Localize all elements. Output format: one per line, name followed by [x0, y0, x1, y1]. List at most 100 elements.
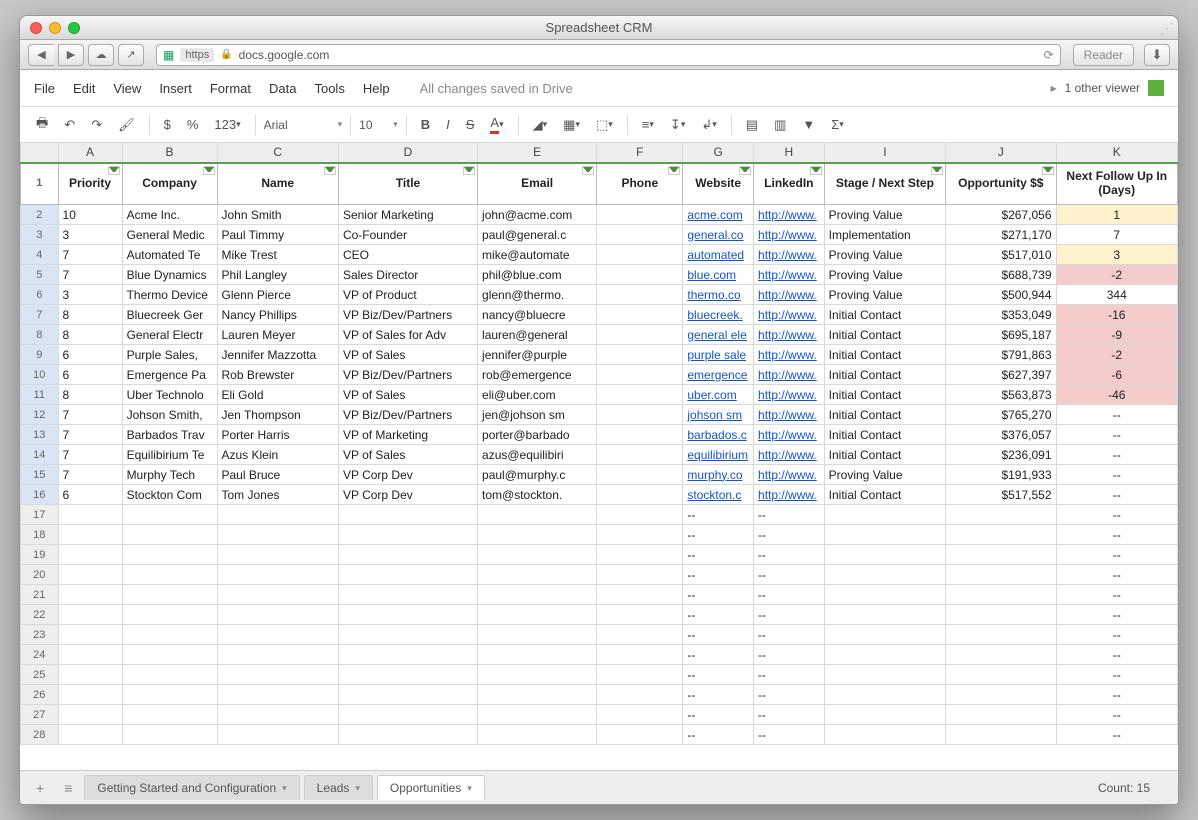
cell[interactable]: Co-Founder: [338, 225, 477, 245]
cell-followup[interactable]: --: [1056, 405, 1178, 425]
cell[interactable]: paul@general.c: [478, 225, 597, 245]
cell-website[interactable]: thermo.co: [683, 285, 754, 305]
column-header[interactable]: A: [58, 143, 122, 163]
cell[interactable]: Proving Value: [824, 465, 945, 485]
row-header[interactable]: 23: [21, 625, 59, 645]
cell[interactable]: Automated Te: [122, 245, 217, 265]
cell-opportunity[interactable]: $191,933: [946, 465, 1056, 485]
column-header[interactable]: B: [122, 143, 217, 163]
row-header[interactable]: 21: [21, 585, 59, 605]
filter-icon[interactable]: ▼: [796, 115, 821, 134]
cell[interactable]: --: [754, 565, 825, 585]
cell[interactable]: Initial Contact: [824, 345, 945, 365]
cell[interactable]: Stockton Com: [122, 485, 217, 505]
cell[interactable]: --: [754, 725, 825, 745]
cell[interactable]: --: [1056, 505, 1178, 525]
table-row[interactable]: 28 -- -- --: [21, 725, 1178, 745]
header-cell[interactable]: Website: [683, 163, 754, 205]
cell[interactable]: [597, 205, 683, 225]
cell-opportunity[interactable]: $267,056: [946, 205, 1056, 225]
all-sheets-button[interactable]: ≡: [56, 776, 80, 800]
cell-website[interactable]: bluecreek.: [683, 305, 754, 325]
cell[interactable]: [597, 365, 683, 385]
cell[interactable]: [597, 465, 683, 485]
menu-tools[interactable]: Tools: [314, 81, 344, 96]
viewer-avatar[interactable]: [1148, 80, 1164, 96]
column-header[interactable]: H: [754, 143, 825, 163]
cell[interactable]: VP of Sales for Adv: [338, 325, 477, 345]
cell[interactable]: --: [754, 645, 825, 665]
column-header[interactable]: E: [478, 143, 597, 163]
cell[interactable]: [597, 225, 683, 245]
cell[interactable]: [597, 345, 683, 365]
cell[interactable]: Rob Brewster: [217, 365, 338, 385]
share-icon[interactable]: ↗: [118, 44, 144, 66]
cell-opportunity[interactable]: $517,552: [946, 485, 1056, 505]
cell[interactable]: Thermo Device: [122, 285, 217, 305]
cell[interactable]: nancy@bluecre: [478, 305, 597, 325]
header-cell[interactable]: Stage / Next Step: [824, 163, 945, 205]
cell[interactable]: General Medic: [122, 225, 217, 245]
cell[interactable]: Nancy Phillips: [217, 305, 338, 325]
row-header[interactable]: 9: [21, 345, 59, 365]
cell[interactable]: Porter Harris: [217, 425, 338, 445]
column-header[interactable]: [21, 143, 59, 163]
table-row[interactable]: 20 -- -- --: [21, 565, 1178, 585]
cell-linkedin[interactable]: http://www.: [754, 285, 825, 305]
add-sheet-button[interactable]: +: [28, 776, 52, 800]
row-header[interactable]: 4: [21, 245, 59, 265]
cell[interactable]: 10: [58, 205, 122, 225]
cell[interactable]: --: [683, 545, 754, 565]
cell[interactable]: jennifer@purple: [478, 345, 597, 365]
cell[interactable]: [597, 445, 683, 465]
cell[interactable]: --: [754, 705, 825, 725]
cell[interactable]: 7: [58, 445, 122, 465]
cell[interactable]: glenn@thermo.: [478, 285, 597, 305]
cell-opportunity[interactable]: $765,270: [946, 405, 1056, 425]
cell[interactable]: [597, 305, 683, 325]
table-row[interactable]: 25 -- -- --: [21, 665, 1178, 685]
row-header[interactable]: 16: [21, 485, 59, 505]
table-row[interactable]: 11 8 Uber Technolo Eli Gold VP of Sales …: [21, 385, 1178, 405]
cell[interactable]: jen@johson sm: [478, 405, 597, 425]
cell[interactable]: Lauren Meyer: [217, 325, 338, 345]
cell[interactable]: eli@uber.com: [478, 385, 597, 405]
cell[interactable]: General Electr: [122, 325, 217, 345]
downloads-button[interactable]: ⬇: [1144, 44, 1170, 66]
table-row[interactable]: 12 7 Johson Smith, Jen Thompson VP Biz/D…: [21, 405, 1178, 425]
cell[interactable]: --: [1056, 725, 1178, 745]
menu-format[interactable]: Format: [210, 81, 251, 96]
cell-website[interactable]: acme.com: [683, 205, 754, 225]
row-header[interactable]: 3: [21, 225, 59, 245]
cell[interactable]: John Smith: [217, 205, 338, 225]
cell[interactable]: Azus Klein: [217, 445, 338, 465]
column-header[interactable]: J: [946, 143, 1056, 163]
cell-followup[interactable]: --: [1056, 485, 1178, 505]
cell-followup[interactable]: --: [1056, 465, 1178, 485]
wrap-button[interactable]: ↲ ▾: [695, 115, 722, 135]
cell[interactable]: tom@stockton.: [478, 485, 597, 505]
close-button[interactable]: [30, 22, 42, 34]
italic-button[interactable]: I: [440, 115, 456, 134]
table-row[interactable]: 13 7 Barbados Trav Porter Harris VP of M…: [21, 425, 1178, 445]
cell[interactable]: Eli Gold: [217, 385, 338, 405]
merge-button[interactable]: ⬚ ▾: [590, 115, 619, 135]
cell[interactable]: Johson Smith,: [122, 405, 217, 425]
cell[interactable]: --: [1056, 565, 1178, 585]
currency-button[interactable]: $: [158, 115, 177, 134]
cell[interactable]: Sales Director: [338, 265, 477, 285]
cell[interactable]: VP of Marketing: [338, 425, 477, 445]
cell[interactable]: Tom Jones: [217, 485, 338, 505]
cell-followup[interactable]: 1: [1056, 205, 1178, 225]
column-header[interactable]: I: [824, 143, 945, 163]
cell-followup[interactable]: -16: [1056, 305, 1178, 325]
row-header[interactable]: 17: [21, 505, 59, 525]
cell[interactable]: Implementation: [824, 225, 945, 245]
cell[interactable]: --: [683, 565, 754, 585]
cell[interactable]: VP of Sales: [338, 345, 477, 365]
font-size-select[interactable]: [359, 118, 389, 132]
cell[interactable]: Equilibirium Te: [122, 445, 217, 465]
bold-button[interactable]: B: [415, 115, 436, 134]
cell[interactable]: Uber Technolo: [122, 385, 217, 405]
table-row[interactable]: 23 -- -- --: [21, 625, 1178, 645]
